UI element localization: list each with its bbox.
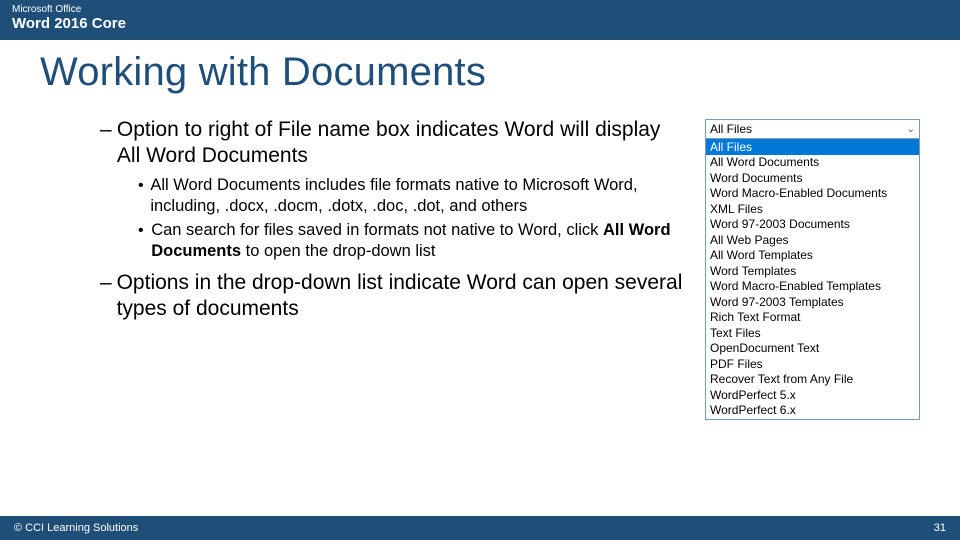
dropdown-option[interactable]: All Word Documents xyxy=(706,155,919,171)
content-row: – Option to right of File name box indic… xyxy=(40,117,920,420)
dropdown-option[interactable]: WordPerfect 5.x xyxy=(706,388,919,404)
sub-bullet-text: Can search for files saved in formats no… xyxy=(151,220,685,262)
header-title: Word 2016 Core xyxy=(10,15,950,32)
dropdown-option[interactable]: Word Templates xyxy=(706,264,919,280)
dot-marker: • xyxy=(138,175,150,217)
dropdown-option[interactable]: All Word Templates xyxy=(706,248,919,264)
dropdown-option[interactable]: Word 97-2003 Templates xyxy=(706,295,919,311)
bullet-text: Option to right of File name box indicat… xyxy=(117,117,685,169)
footer-copyright: © CCI Learning Solutions xyxy=(14,522,138,534)
footer-bar: © CCI Learning Solutions 31 xyxy=(0,516,960,540)
dropdown-option[interactable]: Word 97-2003 Documents xyxy=(706,217,919,233)
bullet-list: – Option to right of File name box indic… xyxy=(40,117,705,328)
bullet-item-1: – Option to right of File name box indic… xyxy=(100,117,685,169)
sub-bullet-1: • All Word Documents includes file forma… xyxy=(138,175,685,217)
page-title: Working with Documents xyxy=(40,50,920,95)
bullet-item-2: – Options in the drop-down list indicate… xyxy=(100,270,685,322)
bullet-text: Options in the drop-down list indicate W… xyxy=(117,270,685,322)
dropdown-option[interactable]: XML Files xyxy=(706,202,919,218)
dropdown-option[interactable]: Word Macro-Enabled Templates xyxy=(706,279,919,295)
header-brand: Microsoft Office xyxy=(10,4,950,15)
dropdown-option[interactable]: Word Macro-Enabled Documents xyxy=(706,186,919,202)
text-run: Can search for files saved in formats no… xyxy=(151,221,603,239)
footer-page-number: 31 xyxy=(934,522,946,534)
slide-body: Working with Documents – Option to right… xyxy=(0,40,960,518)
dropdown-option[interactable]: Text Files xyxy=(706,326,919,342)
dropdown-option[interactable]: PDF Files xyxy=(706,357,919,373)
chevron-down-icon: ⌄ xyxy=(907,124,915,135)
dropdown-option[interactable]: OpenDocument Text xyxy=(706,341,919,357)
dash-marker: – xyxy=(100,270,117,322)
dropdown-combobox[interactable]: All Files ⌄ xyxy=(706,120,919,139)
dropdown-option[interactable]: All Web Pages xyxy=(706,233,919,249)
dot-marker: • xyxy=(138,220,151,262)
dropdown-selected: All Files xyxy=(710,122,752,136)
sub-bullet-text: All Word Documents includes file formats… xyxy=(150,175,685,217)
text-run: to open the drop-down list xyxy=(241,242,435,260)
dropdown-highlighted-option[interactable]: All Files xyxy=(706,139,919,155)
dropdown-option[interactable]: WordPerfect 6.x xyxy=(706,403,919,419)
sub-bullet-2: • Can search for files saved in formats … xyxy=(138,220,685,262)
dropdown-option[interactable]: Recover Text from Any File xyxy=(706,372,919,388)
file-type-dropdown: All Files ⌄ All Files All Word Documents… xyxy=(705,119,920,420)
dropdown-option[interactable]: Word Documents xyxy=(706,171,919,187)
dash-marker: – xyxy=(100,117,117,169)
dropdown-option[interactable]: Rich Text Format xyxy=(706,310,919,326)
header-bar: Microsoft Office Word 2016 Core xyxy=(0,0,960,40)
